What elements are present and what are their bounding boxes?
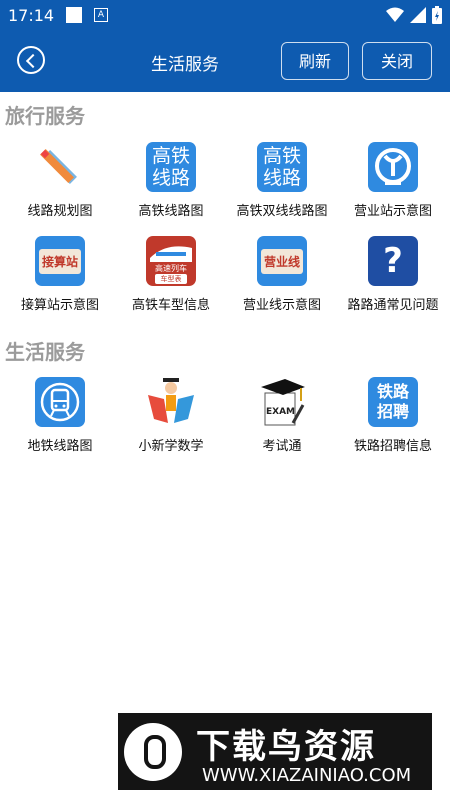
status-indicators xyxy=(386,6,442,24)
question-icon: ? xyxy=(368,236,418,286)
close-button[interactable]: 关闭 xyxy=(362,42,432,80)
notification-square-icon xyxy=(66,7,82,23)
service-item-metro[interactable]: 地铁线路图 xyxy=(4,377,116,454)
junction-station-icon: 接算站 xyxy=(35,236,85,286)
service-item-highspeed-line[interactable]: 高铁 线路 高铁线路图 xyxy=(115,142,227,219)
business-line-icon: 营业线 xyxy=(257,236,307,286)
section-title-travel: 旅行服务 xyxy=(5,104,85,128)
student-math-icon xyxy=(146,377,196,427)
service-item-exam[interactable]: EXAM 考试通 xyxy=(226,377,338,454)
back-button[interactable] xyxy=(17,46,45,74)
battery-icon xyxy=(432,6,442,24)
metro-icon xyxy=(35,377,85,427)
status-time: 17:14 xyxy=(8,6,55,25)
status-bar: 17:14 A xyxy=(0,0,450,32)
signal-icon xyxy=(410,7,426,23)
service-item-business-station[interactable]: 营业站示意图 xyxy=(337,142,449,219)
exam-cap-icon: EXAM xyxy=(257,377,307,427)
service-item-highspeed-double-line[interactable]: 高铁 线路 高铁双线线路图 xyxy=(226,142,338,219)
train-model-icon: 高速列车 车型表 xyxy=(146,236,196,286)
wifi-icon xyxy=(386,7,404,22)
highspeed-line-icon: 高铁 线路 xyxy=(146,142,196,192)
watermark-banner: 下载鸟资源 WWW.XIAZAINIAO.COM xyxy=(118,713,432,790)
service-item-route-planning[interactable]: 线路规划图 xyxy=(4,142,116,219)
railway-recruit-icon: 铁路 招聘 xyxy=(368,377,418,427)
app-header: 生活服务 刷新 关闭 xyxy=(0,32,450,92)
ruler-pencil-icon xyxy=(35,142,85,192)
service-item-math[interactable]: 小新学数学 xyxy=(115,377,227,454)
service-item-recruit[interactable]: 铁路 招聘 铁路招聘信息 xyxy=(337,377,449,454)
railway-logo-icon xyxy=(368,142,418,192)
page-title: 生活服务 xyxy=(151,55,219,75)
refresh-button[interactable]: 刷新 xyxy=(281,42,349,80)
service-item-business-line[interactable]: 营业线 营业线示意图 xyxy=(226,236,338,313)
notification-a-icon: A xyxy=(94,8,108,22)
highspeed-double-line-icon: 高铁 线路 xyxy=(257,142,307,192)
section-title-life: 生活服务 xyxy=(5,340,85,364)
service-item-junction-station[interactable]: 接算站 接算站示意图 xyxy=(4,236,116,313)
service-item-faq[interactable]: ? 路路通常见问题 xyxy=(337,236,449,313)
bird-logo-icon xyxy=(124,723,182,781)
service-item-train-model[interactable]: 高速列车 车型表 高铁车型信息 xyxy=(115,236,227,313)
watermark-title: 下载鸟资源 xyxy=(196,727,376,767)
watermark-url: WWW.XIAZAINIAO.COM xyxy=(202,765,412,786)
